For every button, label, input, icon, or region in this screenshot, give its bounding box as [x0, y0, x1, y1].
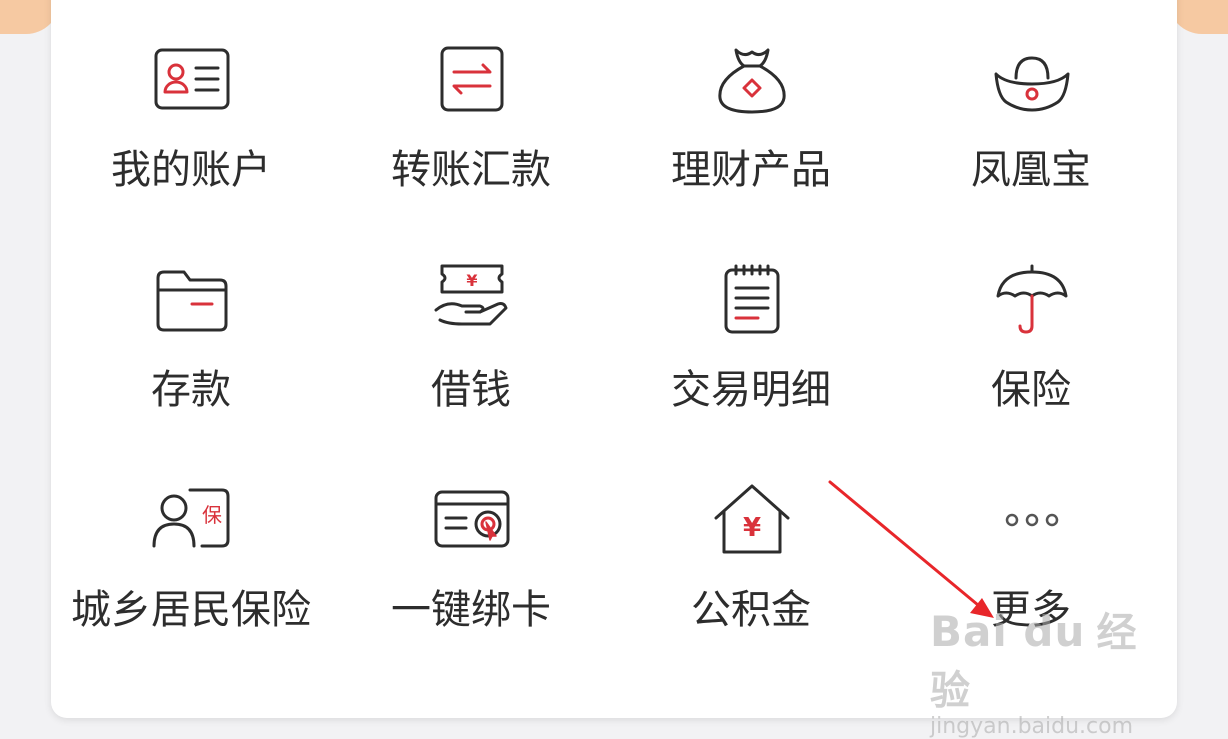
- folder-icon: [152, 260, 232, 340]
- loan-hand-icon: ¥: [432, 260, 512, 340]
- svg-text:¥: ¥: [466, 271, 477, 290]
- menu-item-label: 存款: [151, 367, 231, 413]
- more-dots-icon: [992, 480, 1072, 560]
- menu-item-transfer[interactable]: 转账汇款: [331, 0, 611, 220]
- menu-item-label: 我的账户: [111, 147, 271, 193]
- menu-item-label: 城乡居民保险: [71, 587, 311, 633]
- menu-item-transaction-details[interactable]: 交易明细: [611, 220, 891, 440]
- svg-text:保: 保: [202, 503, 222, 527]
- menu-item-label: 公积金: [691, 587, 811, 633]
- menu-item-insurance[interactable]: 保险: [891, 220, 1171, 440]
- menu-item-label: 理财产品: [671, 147, 831, 193]
- header-corner-right: [1168, 0, 1228, 34]
- menu-item-my-account[interactable]: 我的账户: [51, 0, 331, 220]
- services-card: 我的账户 转账汇款 理财产品 凤凰宝 存款 ¥ 借钱 交易明细 保险 保 城乡居…: [51, 0, 1177, 718]
- menu-item-label: 更多: [991, 587, 1071, 633]
- notepad-icon: [712, 260, 792, 340]
- account-card-icon: [152, 40, 232, 120]
- menu-item-resident-insurance[interactable]: 保 城乡居民保险: [51, 440, 331, 660]
- menu-item-borrow[interactable]: ¥ 借钱: [331, 220, 611, 440]
- umbrella-icon: [992, 260, 1072, 340]
- menu-item-bind-card[interactable]: 一键绑卡: [331, 440, 611, 660]
- transfer-icon: [432, 40, 512, 120]
- menu-item-label: 一键绑卡: [391, 587, 551, 633]
- menu-item-housing-fund[interactable]: ¥ 公积金: [611, 440, 891, 660]
- menu-item-phoenix-bao[interactable]: 凤凰宝: [891, 0, 1171, 220]
- menu-item-label: 保险: [991, 367, 1071, 413]
- menu-item-deposit[interactable]: 存款: [51, 220, 331, 440]
- menu-item-more[interactable]: 更多: [891, 440, 1171, 660]
- gold-ingot-icon: [992, 40, 1072, 120]
- menu-item-wealth-products[interactable]: 理财产品: [611, 0, 891, 220]
- menu-item-label: 凤凰宝: [971, 147, 1091, 193]
- svg-text:¥: ¥: [743, 513, 761, 543]
- money-bag-icon: [712, 40, 792, 120]
- menu-item-label: 借钱: [431, 367, 511, 413]
- menu-item-label: 交易明细: [671, 367, 831, 413]
- house-yuan-icon: ¥: [712, 480, 792, 560]
- services-grid: 我的账户 转账汇款 理财产品 凤凰宝 存款 ¥ 借钱 交易明细 保险 保 城乡居…: [51, 0, 1177, 660]
- person-insurance-icon: 保: [152, 480, 232, 560]
- bind-card-icon: [432, 480, 512, 560]
- menu-item-label: 转账汇款: [391, 147, 551, 193]
